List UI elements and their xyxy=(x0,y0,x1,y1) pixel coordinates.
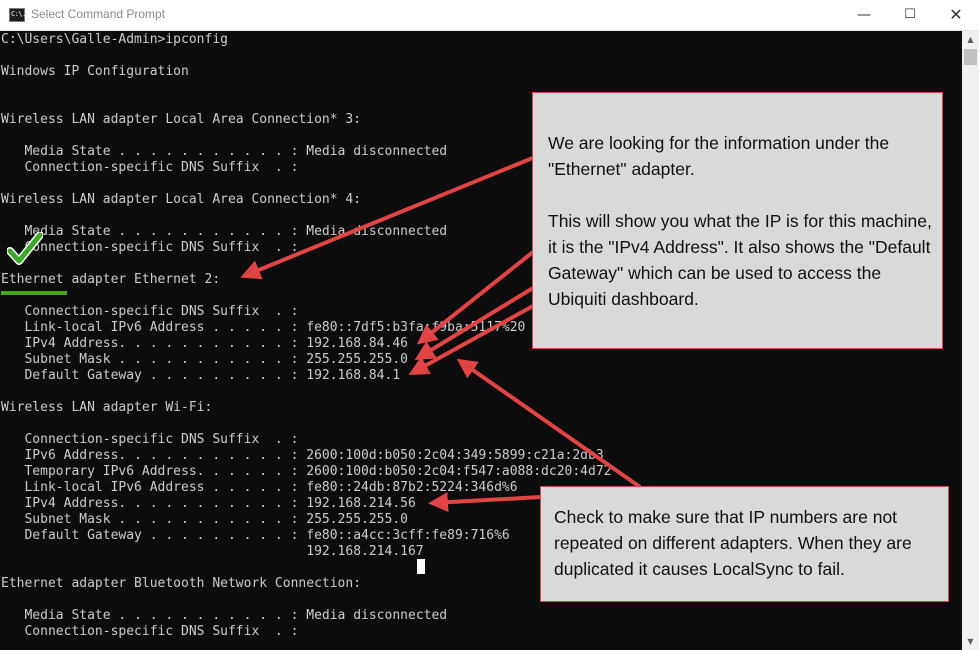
console-line: Connection-specific DNS Suffix . : xyxy=(1,240,299,255)
close-button[interactable]: ✕ xyxy=(933,0,979,31)
console-line: Wireless LAN adapter Wi-Fi: xyxy=(1,400,213,415)
console-line: Connection-specific DNS Suffix . : xyxy=(1,304,299,319)
command-prompt-icon: C:\. xyxy=(9,8,26,22)
console-line: Media State . . . . . . . . . . . : Medi… xyxy=(1,608,448,623)
console-line: Connection-specific DNS Suffix . : xyxy=(1,432,299,447)
console-line: C:\Users\Galle-Admin>ipconfig xyxy=(1,32,228,47)
console-line: Wireless LAN adapter Local Area Connecti… xyxy=(1,112,362,127)
command-prompt-window: C:\. Select Command Prompt — ☐ ✕ C:\User… xyxy=(0,0,979,650)
text-cursor xyxy=(417,559,425,574)
console-line: Ethernet adapter Ethernet 2: xyxy=(1,272,221,287)
console-line: IPv6 Address. . . . . . . . . . . : 2600… xyxy=(1,448,604,463)
console-line: Subnet Mask . . . . . . . . . . . : 255.… xyxy=(1,352,408,367)
console-line: Default Gateway . . . . . . . . . : 192.… xyxy=(1,368,401,383)
scroll-down-arrow-icon[interactable]: ▼ xyxy=(962,633,979,650)
console-line: Ethernet adapter Bluetooth Network Conne… xyxy=(1,576,362,591)
minimize-button[interactable]: — xyxy=(841,0,887,31)
console-line: 192.168.214.167 xyxy=(1,544,424,559)
console-line: Wireless LAN adapter Local Area Connecti… xyxy=(1,192,362,207)
console-line: Connection-specific DNS Suffix . : xyxy=(1,160,299,175)
console-line: Connection-specific DNS Suffix . : xyxy=(1,624,299,639)
console-line: IPv4 Address. . . . . . . . . . . : 192.… xyxy=(1,496,416,511)
console-line: Default Gateway . . . . . . . . . : fe80… xyxy=(1,528,510,543)
minimize-icon: — xyxy=(857,7,871,23)
scroll-thumb[interactable] xyxy=(964,49,977,65)
console-line: Link-local IPv6 Address . . . . . : fe80… xyxy=(1,320,526,335)
console-line: Windows IP Configuration xyxy=(1,64,189,79)
console-line: Media State . . . . . . . . . . . : Medi… xyxy=(1,144,448,159)
console-line: IPv4 Address. . . . . . . . . . . : 192.… xyxy=(1,336,408,351)
console-text: C:\Users\Galle-Admin>ipconfig Windows IP … xyxy=(1,32,611,640)
console-line: Link-local IPv6 Address . . . . . : fe80… xyxy=(1,480,518,495)
console-output[interactable]: C:\Users\Galle-Admin>ipconfig Windows IP … xyxy=(0,31,962,650)
console-line: Temporary IPv6 Address. . . . . . : 2600… xyxy=(1,464,612,479)
maximize-icon: ☐ xyxy=(904,7,916,22)
maximize-button[interactable]: ☐ xyxy=(887,0,933,31)
scroll-up-arrow-icon[interactable]: ▲ xyxy=(962,31,979,48)
vertical-scrollbar[interactable]: ▲ ▼ xyxy=(962,31,979,650)
window-title: Select Command Prompt xyxy=(31,7,166,21)
console-line: Subnet Mask . . . . . . . . . . . : 255.… xyxy=(1,512,408,527)
console-line: Media State . . . . . . . . . . . : Medi… xyxy=(1,224,448,239)
close-icon: ✕ xyxy=(949,5,963,24)
title-bar[interactable]: C:\. Select Command Prompt — ☐ ✕ xyxy=(0,0,979,31)
